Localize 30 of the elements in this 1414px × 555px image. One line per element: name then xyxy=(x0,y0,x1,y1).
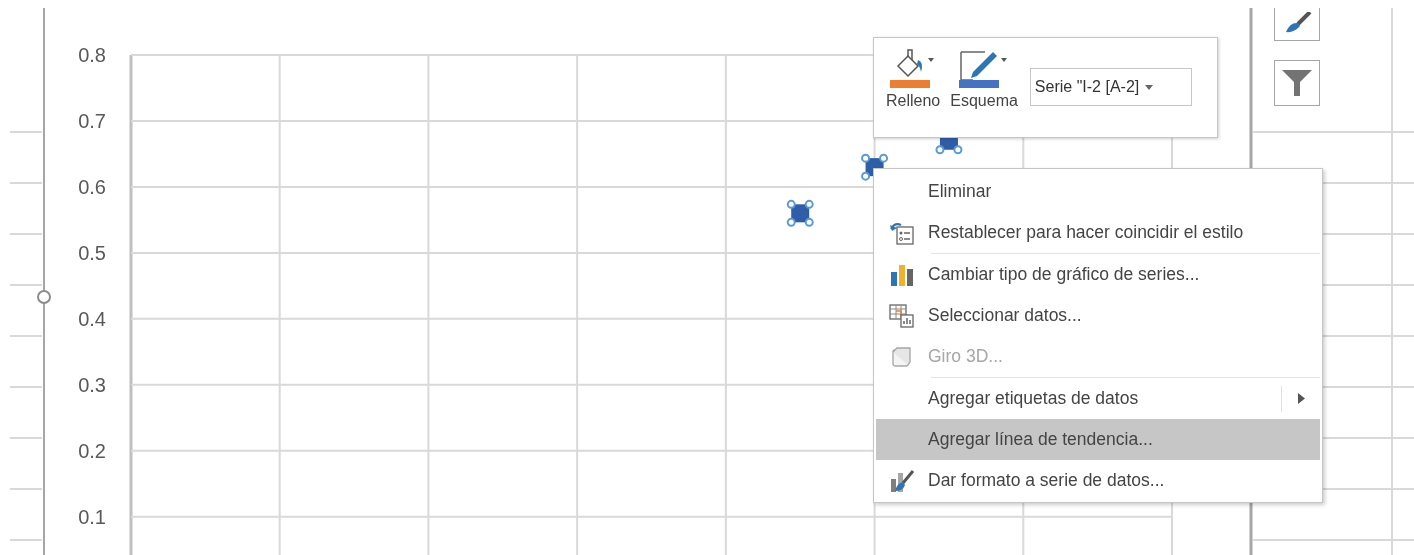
menu-item[interactable]: Agregar línea de tendencia... xyxy=(876,419,1320,460)
axis-label: 0.7 xyxy=(78,109,106,132)
table-chart-icon xyxy=(889,303,915,328)
axis-label: 0.3 xyxy=(78,373,106,396)
outline-button[interactable]: Esquema xyxy=(948,46,1020,112)
format-series-icon xyxy=(889,468,915,493)
axis-label: 0.2 xyxy=(78,439,106,462)
menu-item[interactable]: Cambiar tipo de gráfico de series... xyxy=(876,254,1320,295)
axis-label: 0.8 xyxy=(78,44,106,66)
menu-item[interactable]: Seleccionar datos... xyxy=(876,295,1320,336)
resize-handle[interactable] xyxy=(37,290,51,304)
fill-button[interactable]: Relleno xyxy=(884,46,943,112)
menu-item[interactable]: Dar formato a serie de datos... xyxy=(876,460,1320,501)
series-dropdown[interactable]: Serie "I-2 [A-2] xyxy=(1029,68,1192,106)
chart-filter-button[interactable] xyxy=(1274,60,1320,106)
axis-label: 0.4 xyxy=(78,307,106,330)
menu-item[interactable]: Eliminar xyxy=(876,171,1320,212)
menu-item[interactable]: Restablecer para hacer coincidir el estilo xyxy=(876,212,1320,253)
data-point[interactable] xyxy=(786,199,814,227)
bar-chart-icon xyxy=(890,263,914,286)
cube-icon xyxy=(891,345,913,368)
axis-label: 0.5 xyxy=(78,241,106,264)
axis-label: 0.1 xyxy=(78,505,106,528)
reset-style-icon xyxy=(889,220,915,245)
pencil-icon xyxy=(959,48,1010,82)
chart-styles-button[interactable] xyxy=(1274,8,1320,41)
menu-item[interactable]: Agregar etiquetas de datos xyxy=(876,378,1320,419)
filter-icon xyxy=(1281,69,1313,97)
axis-label: 0.6 xyxy=(78,175,106,198)
caret-icon xyxy=(1145,84,1154,90)
